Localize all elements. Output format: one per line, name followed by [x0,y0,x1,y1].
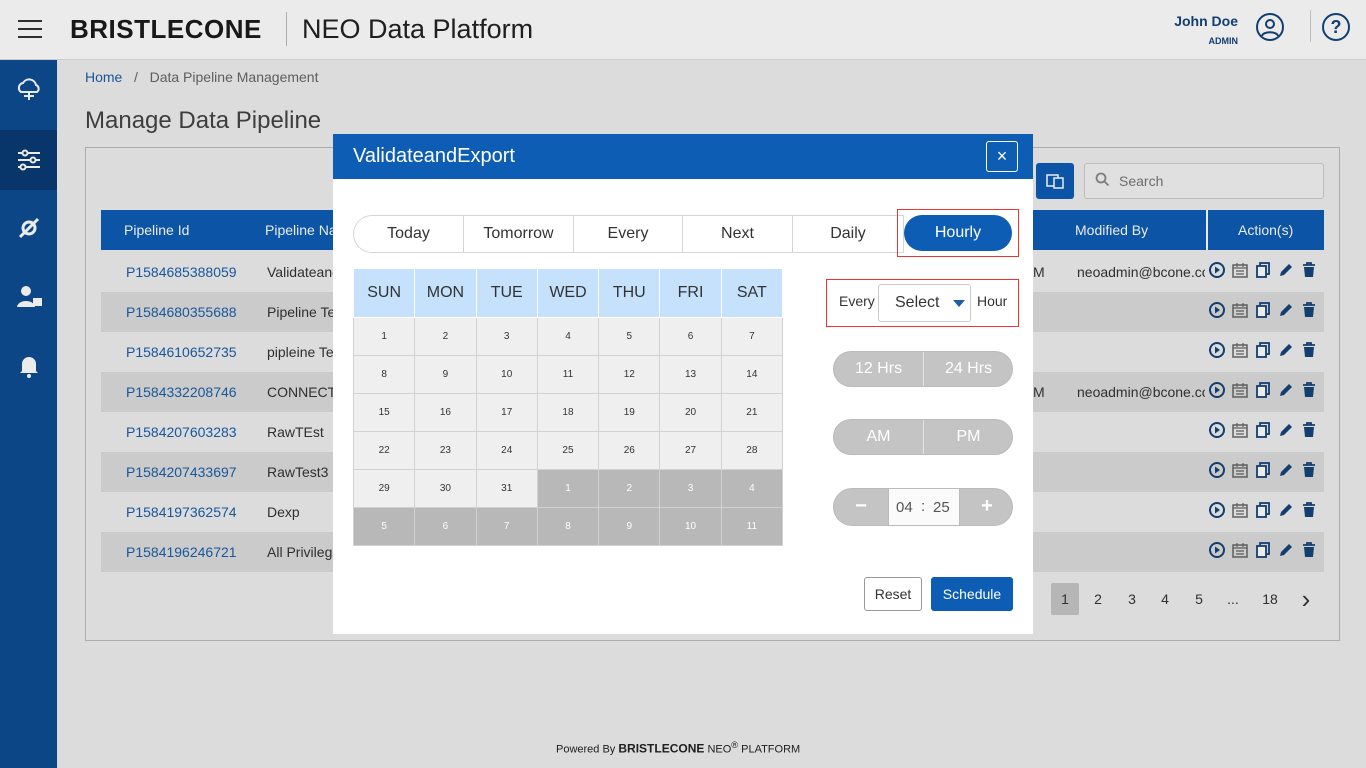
calendar-day[interactable]: 7 [720,317,784,356]
calendar-day[interactable]: 10 [475,355,538,394]
calendar-day-next-month: 3 [659,469,722,508]
weekday-header: MON [414,268,477,318]
calendar-day[interactable]: 9 [414,355,477,394]
time-hours[interactable]: 04 [896,499,913,516]
tab-daily[interactable]: Daily [792,215,904,253]
time-display: 04 : 25 [888,489,960,525]
calendar-day[interactable]: 17 [475,393,538,432]
calendar-day-next-month: 6 [414,507,477,546]
calendar-day-next-month: 11 [720,507,784,546]
schedule-button[interactable]: Schedule [931,577,1013,611]
caret-down-icon [953,300,965,307]
time-minutes[interactable]: 25 [933,499,950,516]
reset-button[interactable]: Reset [864,577,922,611]
calendar-day[interactable]: 28 [720,431,784,470]
calendar-day-next-month: 10 [659,507,722,546]
weekday-header: THU [598,268,661,318]
pm-button[interactable]: PM [924,420,1012,454]
calendar-day-next-month: 9 [598,507,661,546]
calendar-day[interactable]: 29 [352,469,416,508]
time-colon: : [921,498,926,515]
schedule-dialog: ValidateandExport × Today Tomorrow Every… [333,134,1033,634]
tab-next[interactable]: Next [682,215,793,253]
hourly-highlight: Hourly [897,209,1019,257]
every-hour-highlight: Every Select Hour [826,279,1019,327]
calendar-day[interactable]: 19 [598,393,661,432]
dialog-title: ValidateandExport [353,145,515,167]
weekday-header: FRI [659,268,722,318]
weekday-header: SUN [352,268,416,318]
hour-select-value: Select [895,294,940,311]
calendar-day-next-month: 4 [720,469,784,508]
plus-icon[interactable]: + [960,489,1012,525]
minus-icon[interactable]: − [834,489,888,525]
calendar-day[interactable]: 13 [659,355,722,394]
weekday-header: SAT [720,268,784,318]
format-12hrs-button[interactable]: 12 Hrs [834,352,923,386]
dialog-header: ValidateandExport × [333,134,1033,179]
calendar-day-next-month: 7 [475,507,538,546]
calendar-day[interactable]: 31 [475,469,538,508]
time-stepper: − 04 : 25 + [833,488,1013,526]
weekday-header: WED [536,268,600,318]
calendar-day[interactable]: 14 [720,355,784,394]
am-button[interactable]: AM [834,420,923,454]
calendar-day[interactable]: 18 [536,393,600,432]
calendar-day[interactable]: 11 [536,355,600,394]
calendar-day[interactable]: 23 [414,431,477,470]
calendar-day[interactable]: 27 [659,431,722,470]
tab-every[interactable]: Every [573,215,683,253]
calendar-day[interactable]: 21 [720,393,784,432]
calendar-day-next-month: 2 [598,469,661,508]
calendar-day[interactable]: 6 [659,317,722,356]
tab-hourly[interactable]: Hourly [904,215,1012,251]
calendar-day[interactable]: 22 [352,431,416,470]
calendar-day[interactable]: 1 [352,317,416,356]
time-format-toggle: 12 Hrs 24 Hrs [833,351,1013,387]
calendar-day[interactable]: 3 [475,317,538,356]
format-24hrs-button[interactable]: 24 Hrs [924,352,1012,386]
calendar-day[interactable]: 26 [598,431,661,470]
calendar-day[interactable]: 5 [598,317,661,356]
calendar-day[interactable]: 16 [414,393,477,432]
calendar-day[interactable]: 4 [536,317,600,356]
calendar-day[interactable]: 15 [352,393,416,432]
calendar-day[interactable]: 30 [414,469,477,508]
calendar-day[interactable]: 12 [598,355,661,394]
hour-select[interactable]: Select [878,284,971,322]
calendar: SUN MON TUE WED THU FRI SAT 1 2 3 4 5 6 7 8 9 10 11 12 13 1… [352,268,784,546]
calendar-day-next-month: 8 [536,507,600,546]
calendar-day[interactable]: 8 [352,355,416,394]
am-pm-toggle: AM PM [833,419,1013,455]
calendar-day[interactable]: 2 [414,317,477,356]
calendar-day-next-month: 5 [352,507,416,546]
tab-today[interactable]: Today [353,215,464,253]
calendar-day-next-month: 1 [536,469,600,508]
hour-label: Hour [977,293,1008,309]
calendar-day[interactable]: 25 [536,431,600,470]
tab-tomorrow[interactable]: Tomorrow [463,215,574,253]
close-button[interactable]: × [986,141,1018,172]
weekday-header: TUE [475,268,538,318]
every-label: Every [839,293,875,309]
calendar-day[interactable]: 20 [659,393,722,432]
calendar-day[interactable]: 24 [475,431,538,470]
